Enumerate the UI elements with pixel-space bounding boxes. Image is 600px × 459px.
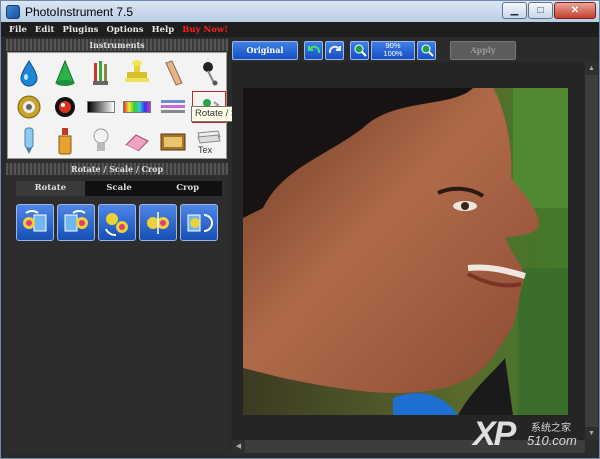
undo-button[interactable]: [304, 40, 323, 60]
lines-icon[interactable]: [156, 91, 190, 123]
app-window: PhotoInstrument 7.5 ▁ □ ✕ File Edit Plug…: [0, 0, 600, 459]
title-bar[interactable]: PhotoInstrument 7.5 ▁ □ ✕: [1, 1, 599, 22]
watermark: XP 系统之家 510.com: [473, 415, 593, 453]
tube-icon[interactable]: [12, 125, 46, 157]
rotate-scale-crop-header: Rotate / Scale / Crop: [6, 163, 228, 175]
box-icon[interactable]: [156, 125, 190, 157]
photo-image: [243, 88, 568, 415]
eraser-icon[interactable]: [120, 125, 154, 157]
menu-plugins[interactable]: Plugins: [62, 25, 98, 35]
flip-vertical-icon: [147, 211, 169, 234]
tab-crop[interactable]: Crop: [153, 181, 223, 196]
vertical-scrollbar[interactable]: ▲ ▼: [585, 62, 598, 440]
rotate-right-icon: [64, 209, 88, 231]
menu-buy-now[interactable]: Buy Now!: [182, 25, 228, 35]
menu-file[interactable]: File: [9, 25, 27, 35]
cone-icon[interactable]: [48, 57, 82, 89]
window-title: PhotoInstrument 7.5: [25, 4, 134, 19]
redo-button[interactable]: [325, 40, 344, 60]
finger-icon[interactable]: [156, 57, 190, 89]
rotate-actions: [16, 204, 221, 241]
maximize-button[interactable]: □: [528, 2, 553, 19]
menu-help[interactable]: Help: [152, 25, 175, 35]
left-panel: Instruments Tex Rotate / Scale / Crop Ro…: [6, 39, 228, 453]
zoom-out-icon: [421, 44, 434, 57]
redo-icon: [328, 45, 341, 54]
watermark-subtitle: 系统之家: [531, 423, 571, 434]
toolbar: Original 90% 100% Apply: [232, 39, 598, 61]
flip-vertical-button[interactable]: [139, 204, 177, 241]
zoom-in-button[interactable]: [350, 40, 369, 60]
watermark-logo: XP: [473, 415, 516, 453]
zoom-default: 100%: [383, 49, 403, 58]
stamp-icon[interactable]: [120, 57, 154, 89]
bulb-icon[interactable]: [84, 125, 118, 157]
zoom-out-button[interactable]: [417, 40, 436, 60]
scroll-up-icon[interactable]: ▲: [585, 62, 598, 75]
menu-edit[interactable]: Edit: [35, 25, 55, 35]
instruments-header: Instruments: [6, 39, 228, 51]
rotate-left-icon: [23, 209, 47, 231]
apply-button[interactable]: Apply: [450, 40, 516, 60]
rotate-left-button[interactable]: [16, 204, 54, 241]
scroll-left-icon[interactable]: ◀: [232, 440, 245, 453]
menu-bar: File Edit Plugins Options Help Buy Now!: [1, 22, 599, 37]
flip-horizontal-button[interactable]: [180, 204, 218, 241]
brushes-icon[interactable]: [84, 57, 118, 89]
minimize-button[interactable]: ▁: [502, 2, 527, 19]
app-icon: [6, 4, 20, 19]
tab-rotate[interactable]: Rotate: [16, 181, 85, 196]
drop-icon[interactable]: [12, 57, 46, 89]
pin-icon[interactable]: [192, 57, 226, 89]
zoom-in-icon: [354, 44, 367, 57]
menu-options[interactable]: Options: [106, 25, 143, 35]
svg-text:Tex: Tex: [198, 145, 213, 155]
watermark-url: 510.com: [527, 433, 577, 448]
rotate-180-button[interactable]: [98, 204, 136, 241]
close-button[interactable]: ✕: [554, 2, 596, 19]
tab-scale[interactable]: Scale: [84, 181, 154, 196]
eye-icon[interactable]: [48, 91, 82, 123]
rotate-180-icon: [105, 212, 128, 236]
original-button[interactable]: Original: [232, 40, 298, 60]
transform-tabs: Rotate Scale Crop: [16, 181, 223, 196]
rotate-right-button[interactable]: [57, 204, 95, 241]
undo-icon: [307, 45, 320, 54]
image-canvas[interactable]: [232, 62, 585, 440]
bottle-icon[interactable]: [48, 125, 82, 157]
gear-eye-icon[interactable]: [12, 91, 46, 123]
gradient-icon[interactable]: [84, 91, 118, 123]
zoom-indicator: 90% 100%: [371, 40, 415, 60]
flip-horizontal-icon: [187, 213, 213, 232]
color-bars-icon[interactable]: [120, 91, 154, 123]
text-icon[interactable]: Tex: [192, 125, 226, 157]
